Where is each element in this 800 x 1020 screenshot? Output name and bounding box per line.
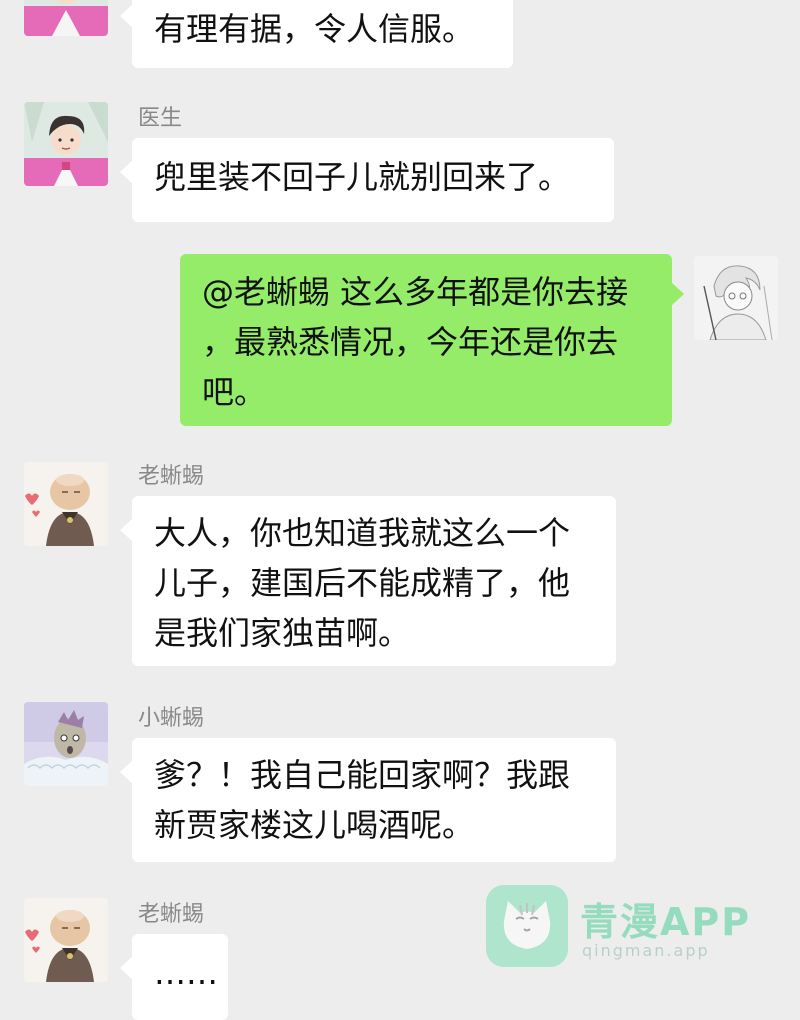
old-lizard-avatar[interactable] (24, 462, 108, 546)
message-line: ，最熟悉情况，今年还是你去 (202, 323, 619, 361)
message-bubble[interactable]: 大人，你也知道我就这么一个 儿子，建国后不能成精了，他 是我们家独苗啊。 (120, 496, 616, 666)
message-line: 是我们家独苗啊。 (154, 614, 411, 652)
message-bubble[interactable]: 爹？！我自己能回家啊？我跟 新贾家楼这儿喝酒呢。 (120, 738, 616, 862)
message-bubble[interactable]: @老蜥蜴 这么多年都是你去接 ，最熟悉情况，今年还是你去 吧。 (180, 254, 684, 426)
watermark-subtitle: qingman.app (582, 941, 710, 960)
watermark: 青漫APP qingman.app (486, 885, 786, 975)
sender-name: 老蜥蜴 (138, 464, 205, 489)
message-line: 有理有据，令人信服。 (154, 10, 475, 48)
message-line: 爹？！我自己能回家啊？我跟 (154, 756, 571, 794)
message-line: 新贾家楼这儿喝酒呢。 (154, 806, 475, 844)
message-bubble[interactable]: …… (120, 934, 228, 1020)
sender-name: 小蜥蜴 (138, 706, 205, 731)
young-lizard-avatar[interactable] (24, 702, 108, 786)
message-line: 儿子，建国后不能成精了，他 (154, 564, 571, 602)
sender-name: 老蜥蜴 (138, 902, 205, 927)
doctor-avatar[interactable] (24, 0, 108, 36)
message-bubble[interactable]: 兜里装不回子儿就别回来了。 (120, 138, 614, 222)
message-line: 吧。 (202, 373, 267, 411)
message-line: 兜里装不回子儿就别回来了。 (154, 158, 571, 196)
watermark-title: 青漫APP (580, 900, 752, 944)
cat-logo-icon (486, 885, 568, 967)
message-line: …… (154, 954, 218, 992)
sender-name: 医生 (138, 106, 183, 131)
message-line: @老蜥蜴 这么多年都是你去接 (202, 273, 629, 311)
self-avatar[interactable] (694, 256, 778, 340)
message-line: 大人，你也知道我就这么一个 (154, 514, 571, 552)
doctor-avatar[interactable] (24, 102, 108, 186)
message-bubble[interactable]: 有理有据，令人信服。 (120, 0, 513, 68)
old-lizard-avatar[interactable] (24, 898, 108, 982)
chat-conversation: 有理有据，令人信服。 医生 兜里装不回子儿就别回来了。 @老蜥蜴 这么多年都是你… (0, 0, 800, 1020)
